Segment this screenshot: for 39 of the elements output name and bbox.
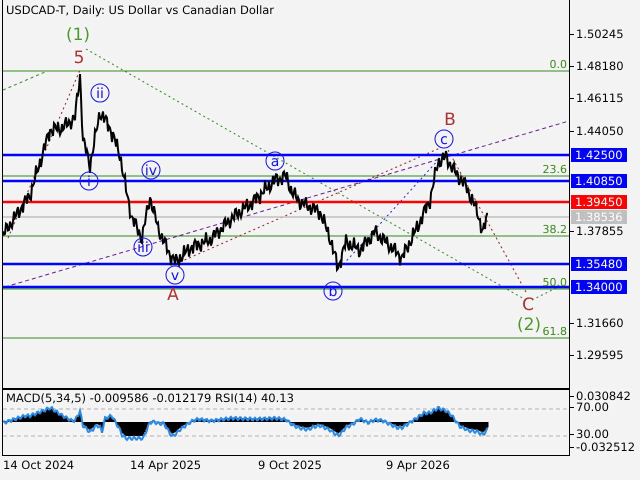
price-axis-label: 1.48180 [570,58,624,74]
wave-label: ii [90,84,110,102]
wave-label: c [434,130,454,148]
fibonacci-label: 38.2 [542,223,567,236]
wave-label: (1) [66,25,90,45]
price-axis-label: 1.44050 [570,123,624,139]
price-axis-label: 1.31660 [570,315,624,331]
fibonacci-label: 23.6 [542,163,567,176]
date-axis-label: 9 Oct 2025 [258,458,322,472]
wave-label: 5 [74,48,84,68]
indicator-title: MACD(5,34,5) -0.009586 -0.012179 RSI(14) 40.13 [6,391,294,405]
date-axis-label: 14 Oct 2024 [3,458,74,472]
wave-label: A [167,285,179,305]
price-level-tag: 1.42500 [571,148,627,162]
wave-label: iv [142,160,160,180]
wave-label: (2) [516,315,542,335]
indicator-axis-label: -0.032512 [570,439,636,455]
price-axis-label: 1.50245 [570,26,624,42]
price-axis-label: 1.29595 [570,347,624,363]
fibonacci-label: 61.8 [542,325,567,338]
wave-label: i [80,172,98,190]
price-level-tag: 1.39450 [571,195,627,209]
price-axis-label: 1.46115 [570,90,624,106]
price-level-tag: 1.38536 [571,210,627,224]
indicator-axis-label: 30.00 [570,426,609,442]
date-axis-label: 14 Apr 2025 [130,458,202,472]
wave-label: v [166,266,184,284]
wave-label: iii [134,238,152,256]
wave-label: C [522,295,534,315]
fibonacci-label: 0.0 [550,58,567,71]
price-level-tag: 1.35480 [571,257,627,271]
chart-title: USDCAD-T, Daily: US Dollar vs Canadian Dollar [6,3,274,17]
price-level-tag: 1.34000 [571,280,627,294]
date-axis-label: 9 Apr 2026 [386,458,450,472]
wave-label: B [444,110,456,130]
wave-label: a [266,152,284,170]
price-level-tag: 1.40850 [571,174,627,188]
price-axis-label: 1.37855 [570,223,624,239]
fibonacci-label: 50.0 [542,276,567,289]
